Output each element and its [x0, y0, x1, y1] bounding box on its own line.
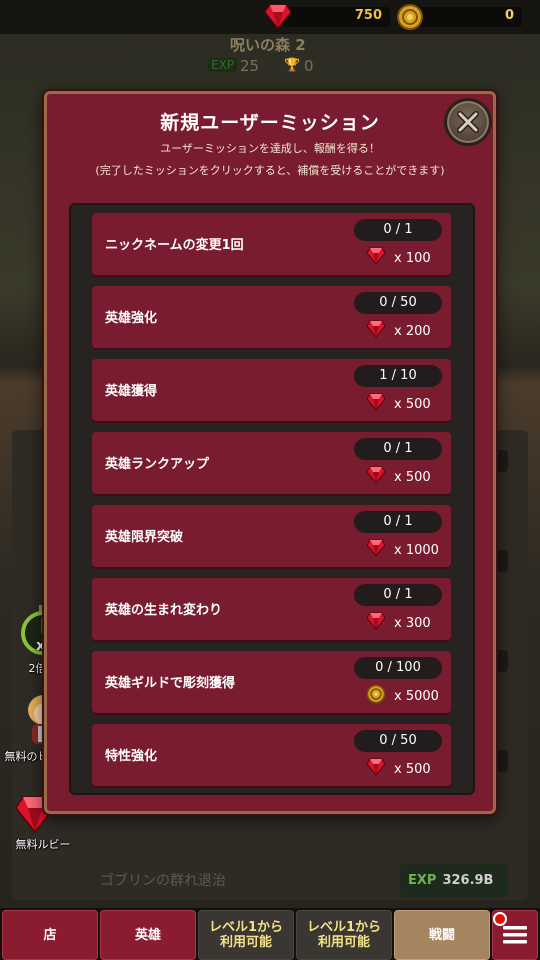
mission-item[interactable]: 英雄の生まれ変わり 0 / 1 x 300: [92, 578, 451, 640]
mission-item[interactable]: ニックネームの変更1回 0 / 1 x 100: [92, 213, 451, 275]
new-user-mission-dialog: 新規ユーザーミッション ユーザーミッションを達成し、報酬を得る！ (完了したミッ…: [44, 91, 496, 814]
mission-item[interactable]: 英雄強化 0 / 50 x 200: [92, 286, 451, 348]
mission-name: 英雄ギルドで彫刻獲得: [105, 676, 236, 691]
nav-locked-button-2[interactable]: レベル1から 利用可能: [296, 910, 392, 960]
background-task-name: ゴブリンの群れ退治: [100, 873, 226, 889]
mission-name: 英雄の生まれ変わり: [105, 603, 223, 618]
reward-amount: x 500: [394, 469, 431, 485]
mission-reward: x 1000: [366, 539, 439, 561]
mission-progress: 0 / 50: [354, 730, 442, 752]
close-button[interactable]: [444, 98, 492, 146]
mission-list: ニックネームの変更1回 0 / 1 x 100 英雄強化 0 / 50 x 200 英雄獲得…: [69, 203, 475, 795]
ruby-icon: [366, 539, 386, 561]
ruby-icon: [366, 758, 386, 780]
ruby-icon: [366, 247, 386, 269]
reward-amount: x 5000: [394, 688, 439, 704]
reward-amount: x 500: [394, 761, 431, 777]
locked-label-line1: レベル1から: [208, 920, 284, 935]
coin-currency: 0: [396, 4, 526, 30]
mission-reward: x 300: [366, 612, 431, 634]
locked-label-line2: 利用可能: [219, 935, 272, 950]
free-ruby-label: 無料ルビー: [15, 838, 71, 851]
ruby-currency: 750: [264, 4, 394, 29]
background-exp-label: EXP: [408, 873, 437, 888]
mission-reward: x 5000: [366, 684, 439, 708]
coin-icon: [397, 4, 423, 30]
top-resource-bar: 750 0: [0, 0, 540, 34]
background-exp-reward: EXP 326.9B: [400, 864, 508, 898]
nav-battle-button[interactable]: 戦闘: [394, 910, 490, 960]
exp-value: 25: [240, 57, 260, 75]
mission-progress: 0 / 100: [354, 657, 442, 679]
mission-name: 英雄獲得: [105, 384, 158, 399]
trophy-value: 0: [304, 57, 314, 75]
mission-progress: 0 / 50: [354, 292, 442, 314]
reward-amount: x 1000: [394, 542, 439, 558]
close-icon: [457, 111, 479, 133]
mission-progress: 0 / 1: [354, 511, 442, 533]
nav-hero-button[interactable]: 英雄: [100, 910, 196, 960]
background-exp-value: 326.9B: [442, 873, 494, 888]
mission-reward: x 200: [366, 320, 431, 342]
reward-amount: x 100: [394, 250, 431, 266]
ruby-icon: [366, 320, 386, 342]
hamburger-menu-icon: [503, 926, 527, 944]
mission-item[interactable]: 特性強化 0 / 50 x 500: [92, 724, 451, 786]
exp-label: EXP: [208, 58, 238, 72]
mission-item[interactable]: 英雄獲得 1 / 10 x 500: [92, 359, 451, 421]
mission-item[interactable]: 英雄限界突破 0 / 1 x 1000: [92, 505, 451, 567]
reward-amount: x 500: [394, 396, 431, 412]
ruby-icon: [366, 393, 386, 415]
ruby-icon: [366, 612, 386, 634]
mission-name: 英雄強化: [105, 311, 158, 326]
mission-name: 英雄ランクアップ: [105, 457, 210, 472]
mission-progress: 0 / 1: [354, 584, 442, 606]
mission-item[interactable]: 英雄ギルドで彫刻獲得 0 / 100 x 5000: [92, 651, 451, 713]
nav-shop-button[interactable]: 店: [2, 910, 98, 960]
ruby-icon: [264, 4, 292, 29]
dialog-subtitle: ユーザーミッションを達成し、報酬を得る！: [160, 142, 380, 155]
nav-locked-button-1[interactable]: レベル1から 利用可能: [198, 910, 294, 960]
mission-progress: 1 / 10: [354, 365, 442, 387]
mission-name: 英雄限界突破: [105, 530, 184, 545]
mission-item[interactable]: 英雄ランクアップ 0 / 1 x 500: [92, 432, 451, 494]
coin-count: 0: [504, 8, 514, 23]
mission-name: ニックネームの変更1回: [105, 238, 244, 253]
mission-reward: x 100: [366, 247, 431, 269]
ruby-count: 750: [354, 8, 382, 23]
mission-reward: x 500: [366, 758, 431, 780]
locked-label-line2: 利用可能: [317, 935, 370, 950]
notification-badge: [493, 912, 507, 926]
trophy-icon: 🏆: [284, 58, 301, 73]
dialog-note: (完了したミッションをクリックすると、補償を受けることができます): [95, 164, 445, 177]
mission-progress: 0 / 1: [354, 438, 442, 460]
mission-progress: 0 / 1: [354, 219, 442, 241]
stage-name: 呪いの森 2: [230, 36, 306, 54]
coin-icon: [366, 684, 386, 708]
mission-reward: x 500: [366, 393, 431, 415]
locked-label-line1: レベル1から: [306, 920, 382, 935]
mission-name: 特性強化: [105, 749, 158, 764]
mission-reward: x 500: [366, 466, 431, 488]
dialog-title: 新規ユーザーミッション: [160, 112, 380, 134]
reward-amount: x 300: [394, 615, 431, 631]
reward-amount: x 200: [394, 323, 431, 339]
ruby-icon: [366, 466, 386, 488]
